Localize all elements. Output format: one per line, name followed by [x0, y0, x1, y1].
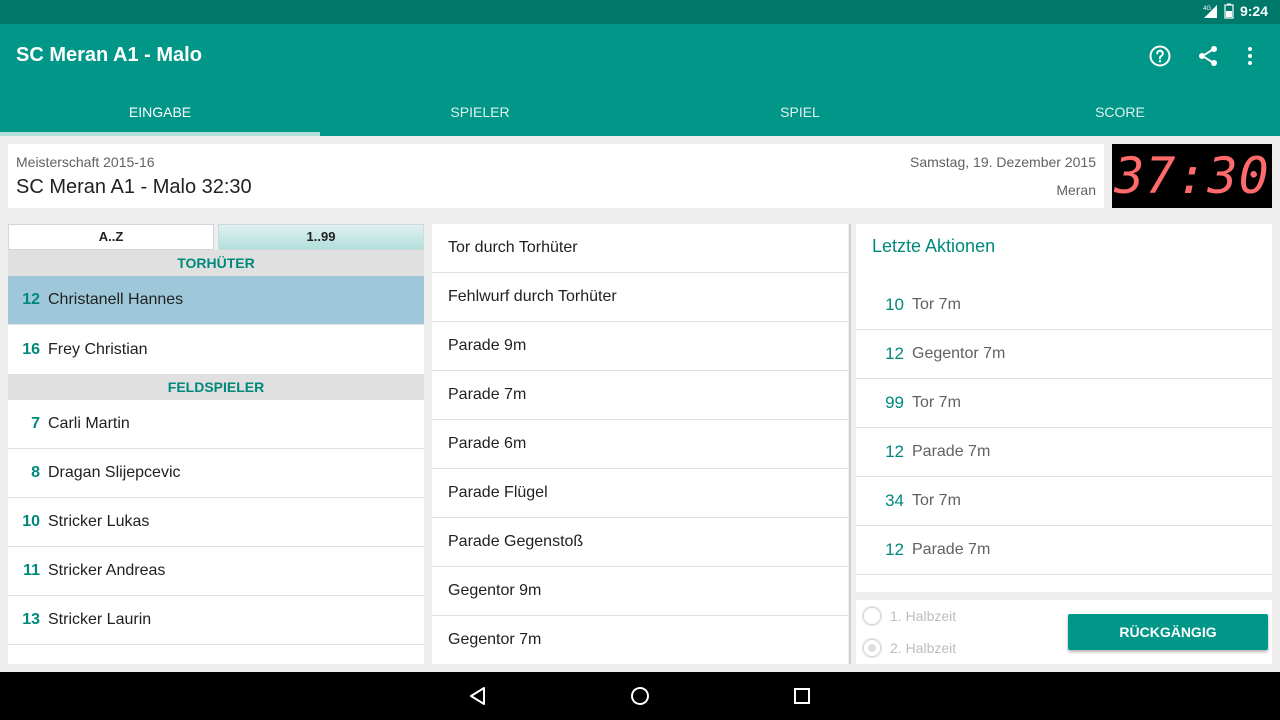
history-number: 12 — [885, 442, 904, 461]
history-number: 99 — [885, 393, 904, 412]
game-clock-time: 37:30 — [1114, 147, 1270, 205]
history-action: Gegentor 7m — [912, 345, 1006, 362]
player-row[interactable]: 12 Christanell Hannes — [8, 276, 424, 325]
fieldplayer-header: FELDSPIELER — [8, 374, 424, 400]
app-title: SC Meran A1 - Malo — [16, 44, 202, 66]
radio-button[interactable] — [862, 638, 882, 658]
app-bar: SC Meran A1 - Malo EINGABE SPIELER SPIEL… — [0, 24, 1280, 136]
player-number: 10 — [22, 513, 40, 530]
player-name: Carli Martin — [48, 415, 130, 432]
help-icon[interactable] — [1148, 44, 1172, 68]
player-number: 11 — [23, 562, 40, 579]
recent-actions-title: Letzte Aktionen — [872, 236, 996, 256]
history-action: Parade 7m — [912, 541, 991, 558]
action-item[interactable]: Gegentor 7m — [432, 616, 848, 664]
player-name: Stricker Lukas — [48, 513, 150, 530]
navigation-bar — [0, 672, 1280, 720]
history-action: Tor 7m — [912, 492, 961, 509]
column-divider — [849, 224, 851, 664]
action-item[interactable]: Gegentor 9m — [432, 567, 848, 616]
tab-spieler[interactable]: SPIELER — [320, 88, 640, 136]
action-item[interactable]: Parade 7m — [432, 371, 848, 420]
player-name: Stricker Andreas — [48, 562, 166, 579]
sort-number-button[interactable]: 1..99 — [218, 224, 424, 250]
recent-actions-panel: Letzte Aktionen 10 Tor 7m 12 Gegentor 7m… — [856, 224, 1272, 592]
match-title: SC Meran A1 - Malo 32:30 — [16, 176, 252, 198]
game-clock[interactable]: 37:30 — [1112, 144, 1272, 208]
tab-score[interactable]: SCORE — [960, 88, 1280, 136]
history-action: Tor 7m — [912, 394, 961, 411]
home-icon[interactable] — [628, 684, 652, 708]
match-date: Samstag, 19. Dezember 2015 — [910, 154, 1096, 170]
player-row[interactable]: 11 Stricker Andreas — [8, 547, 424, 596]
radio-first-half[interactable]: 1. Halbzeit — [862, 606, 956, 626]
history-number: 10 — [885, 295, 904, 314]
back-icon[interactable] — [466, 684, 490, 708]
player-number: 7 — [31, 415, 40, 432]
player-name: Dragan Slijepcevic — [48, 464, 181, 481]
sort-alpha-button[interactable]: A..Z — [8, 224, 214, 250]
history-item[interactable]: 12 Parade 7m — [856, 526, 1272, 575]
action-item[interactable]: Tor durch Torhüter — [432, 224, 848, 273]
svg-text:4G: 4G — [1203, 6, 1211, 12]
action-item[interactable]: Fehlwurf durch Torhüter — [432, 273, 848, 322]
history-item[interactable]: 12 Gegentor 7m — [856, 330, 1272, 379]
player-row[interactable]: 16 Frey Christian — [8, 325, 424, 374]
history-item[interactable]: 34 Tor 7m — [856, 477, 1272, 526]
action-item[interactable]: Parade 6m — [432, 420, 848, 469]
tab-eingabe[interactable]: EINGABE — [0, 88, 320, 136]
player-name: Christanell Hannes — [48, 291, 184, 308]
radio-label: 2. Halbzeit — [890, 640, 957, 656]
status-time: 9:24 — [1239, 3, 1268, 19]
player-list: A..Z 1..99 TORHÜTER 12 Christanell Hanne… — [8, 224, 424, 664]
history-item[interactable]: 99 Tor 7m — [856, 379, 1272, 428]
player-name: Frey Christian — [48, 340, 148, 358]
recent-actions-list: 10 Tor 7m 12 Gegentor 7m 99 Tor 7m 12 Pa… — [856, 281, 1272, 575]
action-list: Tor durch Torhüter Fehlwurf durch Torhüt… — [432, 224, 848, 664]
half-selector-panel: 1. Halbzeit 2. Halbzeit RÜCKGÄNGIG — [856, 600, 1272, 664]
player-row[interactable]: 7 Carli Martin — [8, 400, 424, 449]
history-item[interactable]: 12 Parade 7m — [856, 428, 1272, 477]
more-vert-icon[interactable] — [1238, 44, 1262, 68]
recents-icon[interactable] — [790, 684, 814, 708]
status-icons: 4G 9:24 — [1202, 3, 1268, 19]
history-number: 12 — [885, 344, 904, 363]
radio-label: 1. Halbzeit — [890, 608, 957, 624]
player-name: Stricker Laurin — [48, 611, 152, 628]
tab-bar: EINGABE SPIELER SPIEL SCORE — [0, 88, 1280, 136]
history-number: 34 — [885, 491, 904, 510]
share-icon[interactable] — [1196, 44, 1220, 68]
history-item[interactable]: 10 Tor 7m — [856, 281, 1272, 330]
undo-button[interactable]: RÜCKGÄNGIG — [1068, 614, 1268, 650]
player-row[interactable]: 8 Dragan Slijepcevic — [8, 449, 424, 498]
battery-icon — [1224, 3, 1234, 19]
tab-spiel[interactable]: SPIEL — [640, 88, 960, 136]
history-number: 12 — [885, 540, 904, 559]
competition-label: Meisterschaft 2015-16 — [16, 154, 155, 170]
radio-second-half[interactable]: 2. Halbzeit — [862, 638, 956, 658]
goalkeeper-header: TORHÜTER — [8, 250, 424, 276]
player-row[interactable]: 10 Stricker Lukas — [8, 498, 424, 547]
player-number: 16 — [22, 340, 40, 358]
signal-icon: 4G — [1203, 5, 1217, 18]
action-item[interactable]: Parade 9m — [432, 322, 848, 371]
match-info-card: Meisterschaft 2015-16 SC Meran A1 - Malo… — [8, 144, 1104, 208]
player-number: 12 — [22, 291, 40, 308]
player-row[interactable]: 13 Stricker Laurin — [8, 596, 424, 645]
player-number: 8 — [31, 464, 40, 481]
match-place: Meran — [1056, 182, 1096, 198]
history-action: Parade 7m — [912, 443, 991, 460]
action-item[interactable]: Parade Flügel — [432, 469, 848, 518]
status-bar: 4G 9:24 — [0, 0, 1280, 24]
radio-button[interactable] — [862, 606, 882, 626]
action-item[interactable]: Parade Gegenstoß — [432, 518, 848, 567]
sort-toggle: A..Z 1..99 — [8, 224, 424, 250]
history-action: Tor 7m — [912, 296, 961, 313]
player-number: 13 — [22, 611, 40, 628]
